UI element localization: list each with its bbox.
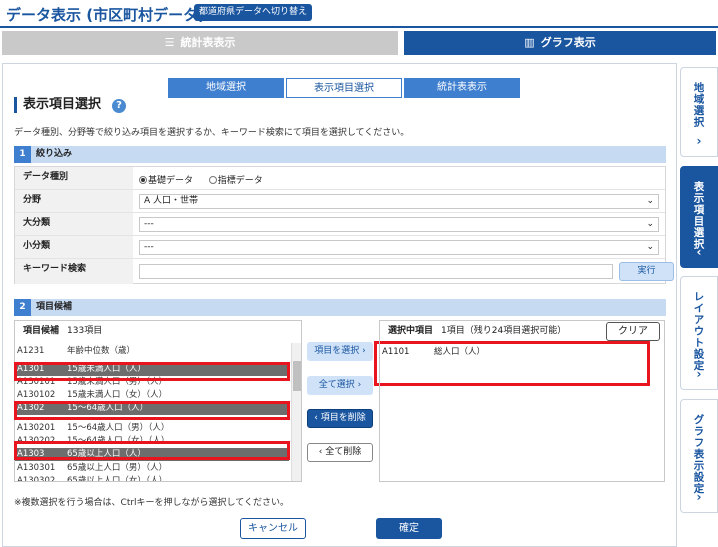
selected-item[interactable]: A1101 総人口（人） bbox=[382, 345, 485, 357]
selected-list[interactable]: A1101 総人口（人） bbox=[380, 343, 664, 481]
candidate-item-code: A130301 bbox=[17, 463, 56, 473]
candidate-item[interactable]: A130302 65歳以上人口（女）（人） bbox=[15, 475, 289, 481]
remove-item-button[interactable]: ‹ 項目を削除 bbox=[307, 409, 373, 428]
radio-basic[interactable] bbox=[139, 176, 147, 184]
tab-graph-label: グラフ表示 bbox=[540, 36, 596, 49]
minor-select-value: --- bbox=[144, 242, 154, 252]
chevron-right-icon: › bbox=[696, 134, 702, 148]
bar-chart-icon: ▥ bbox=[524, 36, 535, 49]
candidate-item[interactable]: A130301 65歳以上人口（男）（人） bbox=[15, 462, 289, 475]
selected-count: 1項目（残り24項目選択可能） bbox=[441, 326, 567, 336]
keyword-input[interactable] bbox=[139, 264, 613, 279]
selected-listbox: 選択中項目 1項目（残り24項目選択可能） A1101 総人口（人） bbox=[379, 320, 665, 482]
side-tab-region[interactable]: 地域選択 › bbox=[680, 67, 718, 157]
radio-index-label: 指標データ bbox=[217, 176, 263, 186]
candidate-item-name: 年齢中位数（歳） bbox=[67, 346, 136, 356]
filter-band-number: 1 bbox=[14, 146, 31, 163]
datatype-label: データ種別 bbox=[15, 167, 133, 189]
switch-prefecture-button[interactable]: 都道府県データへ切り替え bbox=[194, 4, 313, 21]
candidate-band-label: 項目候補 bbox=[36, 302, 73, 312]
side-tab-items[interactable]: 表示項目選択 ‹ bbox=[680, 166, 718, 268]
cancel-button[interactable]: キャンセル bbox=[240, 518, 306, 539]
side-tab-layout[interactable]: レイアウト設定 › bbox=[680, 276, 718, 390]
candidate-item-code: A1231 bbox=[17, 346, 45, 356]
chevron-down-icon: ⌄ bbox=[646, 242, 654, 252]
highlight-box bbox=[14, 401, 290, 420]
candidate-band: 2 項目候補 bbox=[14, 299, 666, 316]
radio-basic-label: 基礎データ bbox=[148, 176, 194, 186]
mode-tabs: ☰ 統計表表示 ▥ グラフ表示 bbox=[0, 31, 718, 55]
candidate-count: 133項目 bbox=[67, 326, 103, 336]
candidate-head-label: 項目候補 bbox=[23, 326, 60, 336]
candidate-header: 項目候補 133項目 bbox=[15, 321, 301, 342]
datatype-row: データ種別 基礎データ 指標データ bbox=[15, 167, 665, 190]
multi-select-note: ※複数選択を行う場合は、Ctrlキーを押しながら選択してください。 bbox=[14, 498, 290, 508]
datatype-radios: 基礎データ 指標データ bbox=[139, 173, 263, 186]
field-select-value: A 人口・世帯 bbox=[144, 196, 199, 206]
run-button[interactable]: 実行 bbox=[619, 262, 674, 281]
filter-table: データ種別 基礎データ 指標データ 分野 A 人口・世帯 ⌄ 大分類 --- ⌄ 小… bbox=[14, 166, 674, 284]
confirm-button[interactable]: 確定 bbox=[376, 518, 442, 539]
major-select[interactable]: --- ⌄ bbox=[139, 217, 659, 232]
section-title: 表示項目選択 bbox=[14, 97, 101, 113]
selected-item-name: 総人口（人） bbox=[434, 347, 486, 357]
filter-band-label: 絞り込み bbox=[36, 149, 73, 159]
field-label: 分野 bbox=[15, 190, 133, 212]
side-tab-label: レイアウト設定 bbox=[692, 291, 705, 372]
candidate-item[interactable]: A130201 15～64歳人口（男）（人） bbox=[15, 422, 289, 435]
clear-button[interactable]: クリア bbox=[606, 322, 660, 341]
step-items: 表示項目選択 bbox=[286, 78, 402, 98]
radio-index[interactable] bbox=[208, 176, 217, 184]
minor-row: 小分類 --- ⌄ bbox=[15, 236, 665, 259]
candidate-item-name: 65歳以上人口（男）（人） bbox=[67, 463, 168, 473]
selected-head-label: 選択中項目 bbox=[388, 326, 434, 336]
side-tab-graph-settings[interactable]: グラフ表示設定 › bbox=[680, 399, 718, 513]
filter-band: 1 絞り込み bbox=[14, 146, 666, 163]
help-icon[interactable]: ? bbox=[112, 99, 126, 113]
keyword-label: キーワード検索 bbox=[15, 259, 133, 284]
add-item-button[interactable]: 項目を選択 › bbox=[307, 342, 373, 361]
scroll-thumb[interactable] bbox=[293, 361, 301, 391]
side-tab-label: グラフ表示設定 bbox=[692, 414, 705, 495]
minor-label: 小分類 bbox=[15, 236, 133, 258]
side-tab-label: 表示項目選択 bbox=[692, 181, 705, 250]
chevron-right-icon: › bbox=[696, 490, 702, 504]
chevron-left-icon: ‹ bbox=[696, 245, 702, 259]
candidate-item[interactable]: A1231 年齢中位数（歳） bbox=[15, 345, 289, 358]
chevron-down-icon: ⌄ bbox=[646, 219, 654, 229]
candidate-item-code: A130302 bbox=[17, 476, 56, 481]
major-row: 大分類 --- ⌄ bbox=[15, 213, 665, 236]
tab-stat-table[interactable]: ☰ 統計表表示 bbox=[2, 31, 398, 55]
candidate-item-name: 65歳以上人口（女）（人） bbox=[67, 476, 168, 481]
tab-graph[interactable]: ▥ グラフ表示 bbox=[404, 31, 716, 55]
chevron-down-icon: ⌄ bbox=[646, 196, 654, 206]
list-icon: ☰ bbox=[164, 36, 175, 49]
candidate-item-name: 15歳未満人口（女）（人） bbox=[67, 390, 168, 400]
highlight-box bbox=[14, 441, 290, 460]
minor-select[interactable]: --- ⌄ bbox=[139, 240, 659, 255]
instruction-text: データ種別、分野等で絞り込み項目を選択するか、キーワード検索にて項目を選択してく… bbox=[14, 128, 410, 138]
page-title: データ表示 (市区町村データ) bbox=[6, 6, 205, 24]
chevron-right-icon: › bbox=[696, 367, 702, 381]
major-label: 大分類 bbox=[15, 213, 133, 235]
selected-item-code: A1101 bbox=[382, 347, 410, 357]
field-select[interactable]: A 人口・世帯 ⌄ bbox=[139, 194, 659, 209]
candidate-band-number: 2 bbox=[14, 299, 31, 316]
step-region: 地域選択 bbox=[168, 78, 284, 98]
step-table: 統計表表示 bbox=[404, 78, 520, 98]
remove-all-button[interactable]: ‹ 全て削除 bbox=[307, 443, 373, 462]
major-select-value: --- bbox=[144, 219, 154, 229]
side-tab-label: 地域選択 bbox=[692, 82, 705, 128]
tab-stat-label: 統計表表示 bbox=[180, 36, 236, 49]
candidate-item-name: 15～64歳人口（男）（人） bbox=[67, 423, 170, 433]
candidate-item-code: A130201 bbox=[17, 423, 56, 433]
title-bar: データ表示 (市区町村データ) 都道府県データへ切り替え bbox=[0, 0, 718, 28]
add-all-button[interactable]: 全て選択 › bbox=[307, 376, 373, 395]
highlight-box bbox=[14, 362, 290, 381]
candidate-scrollbar[interactable] bbox=[291, 343, 301, 481]
field-row: 分野 A 人口・世帯 ⌄ bbox=[15, 190, 665, 213]
